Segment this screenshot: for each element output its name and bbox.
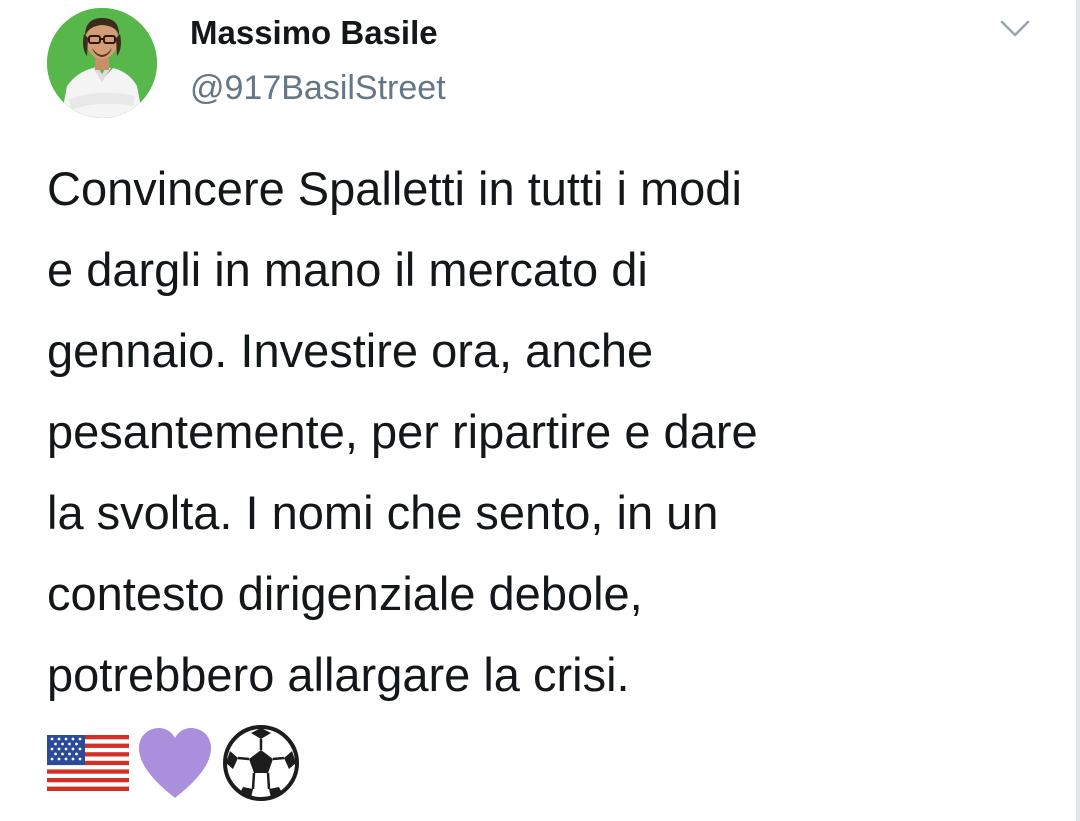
author-display-name[interactable]: Massimo Basile — [190, 12, 446, 54]
chevron-down-icon[interactable] — [998, 14, 1032, 42]
author-handle[interactable]: @917BasilStreet — [190, 66, 446, 110]
card-edge — [1076, 0, 1080, 821]
user-info[interactable]: Massimo Basile @917BasilStreet — [190, 12, 446, 110]
purple-heart-emoji — [139, 728, 211, 798]
soccer-ball-emoji — [223, 725, 299, 801]
us-flag-emoji — [47, 735, 129, 791]
avatar[interactable] — [47, 8, 157, 118]
avatar-image — [47, 8, 157, 118]
tweet-card: Massimo Basile @917BasilStreet Convincer… — [0, 0, 1080, 821]
emoji-row — [47, 723, 307, 803]
tweet-text: Convincere Spalletti in tutti i modi e d… — [47, 162, 758, 701]
